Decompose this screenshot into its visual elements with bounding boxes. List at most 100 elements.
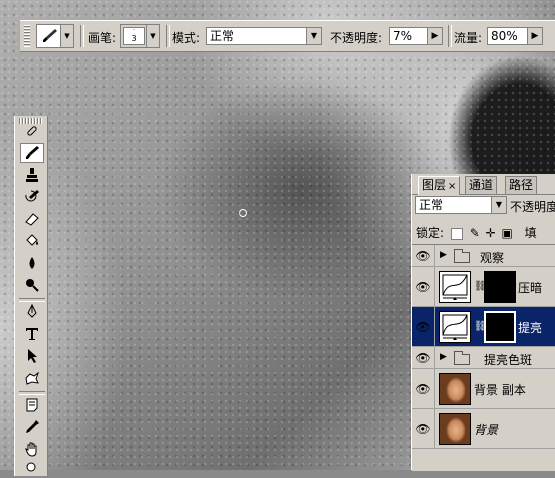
- zoom-tool[interactable]: [20, 458, 44, 478]
- healing-brush-tool[interactable]: [20, 121, 44, 141]
- separator: [80, 25, 84, 47]
- chevron-down-icon[interactable]: ▼: [306, 28, 321, 44]
- layer-divider: [434, 347, 435, 368]
- tab-layers-label: 图层: [422, 178, 447, 192]
- lock-position-icon[interactable]: ✛: [486, 226, 496, 240]
- brush-tool[interactable]: [20, 143, 44, 163]
- layer-mask-thumbnail[interactable]: [484, 311, 516, 343]
- pen-tool[interactable]: [20, 302, 44, 322]
- layer-name: 提亮: [518, 321, 543, 335]
- layer-divider: [434, 369, 435, 408]
- blur-tool[interactable]: [20, 253, 44, 273]
- separator: [448, 25, 452, 47]
- blur-icon: [29, 257, 35, 269]
- path-selection-tool[interactable]: [20, 346, 44, 366]
- chevron-right-icon[interactable]: ▶: [527, 28, 542, 44]
- mode-select[interactable]: 正常 ▼: [206, 27, 322, 45]
- type-tool[interactable]: [20, 324, 44, 344]
- eye-icon[interactable]: 👁: [415, 421, 431, 437]
- opacity-field[interactable]: 7% ▶: [389, 27, 443, 45]
- opacity-value: 7%: [393, 29, 413, 43]
- tab-channels[interactable]: 通道: [465, 176, 498, 194]
- clone-stamp-icon: [26, 168, 38, 182]
- layer-divider: [434, 307, 435, 346]
- brush-icon: [43, 29, 57, 42]
- blend-mode-value: 正常: [419, 198, 444, 212]
- options-bar-grip[interactable]: [24, 25, 30, 47]
- brush-size-value: 3: [131, 34, 137, 43]
- layer-group-brighten-spots[interactable]: 👁 ▶ 提亮色斑: [412, 347, 555, 369]
- layer-name: 背景: [474, 423, 499, 437]
- lock-row: 锁定: ✎ ✛ ▣ 填: [416, 224, 537, 241]
- layer-name: 压暗: [518, 281, 543, 295]
- brush-label: 画笔:: [88, 31, 117, 45]
- history-brush-icon: [25, 190, 39, 202]
- hand-tool[interactable]: [20, 439, 44, 459]
- zoom-icon: [26, 462, 36, 472]
- eye-icon[interactable]: 👁: [415, 350, 431, 366]
- dodge-icon: [26, 279, 39, 292]
- panel-tabs: 图层 × 通道 路径: [412, 174, 555, 195]
- layer-divider: [434, 409, 435, 448]
- tab-layers[interactable]: 图层 ×: [418, 176, 461, 195]
- eye-icon[interactable]: 👁: [415, 319, 431, 335]
- eye-icon[interactable]: 👁: [415, 279, 431, 295]
- folder-icon: [454, 351, 470, 365]
- opacity-label: 不透明度: [510, 200, 555, 214]
- curves-thumbnail-icon: [439, 311, 471, 343]
- flow-field[interactable]: 80% ▶: [487, 27, 543, 45]
- custom-shape-tool[interactable]: [20, 368, 44, 388]
- eyedropper-tool[interactable]: [20, 417, 44, 437]
- pen-icon: [27, 304, 37, 318]
- layer-brighten[interactable]: 👁 ⛓ 提亮: [412, 307, 555, 347]
- expand-arrow-icon[interactable]: ▶: [440, 352, 447, 362]
- chevron-down-icon[interactable]: ▼: [146, 25, 159, 47]
- layer-group-observe[interactable]: 👁 ▶ 观察: [412, 245, 555, 267]
- curves-graph: [442, 314, 468, 340]
- curves-thumbnail-icon: [439, 271, 471, 303]
- toolbox: [14, 116, 48, 476]
- layers-list: 👁 ▶ 观察 👁 ⛓ 压暗 👁 ⛓ 提亮 👁 ▶ 提亮色斑 👁 背景 副本 👁 …: [412, 244, 555, 471]
- layer-background-copy[interactable]: 👁 背景 副本: [412, 369, 555, 409]
- layer-mask-thumbnail[interactable]: [484, 271, 516, 303]
- notes-tool[interactable]: [20, 395, 44, 415]
- brush-swatch: · 3: [123, 27, 145, 45]
- close-icon[interactable]: ×: [448, 181, 456, 192]
- chevron-down-icon[interactable]: ▼: [60, 25, 73, 47]
- opacity-label: 不透明度:: [330, 31, 383, 45]
- lock-all-icon[interactable]: ▣: [501, 226, 512, 240]
- tool-preset-picker[interactable]: ▼: [36, 24, 74, 48]
- eye-icon[interactable]: 👁: [415, 381, 431, 397]
- tab-channels-label: 通道: [469, 178, 494, 192]
- flow-value: 80%: [491, 29, 518, 43]
- eye-icon[interactable]: 👁: [415, 248, 431, 264]
- path-selection-icon: [28, 349, 37, 363]
- layers-panel: 图层× 通道 路径 正常 ▼ 不透明度 锁定: ✎ ✛ ▣ 填 👁 ▶ 观察: [411, 174, 555, 471]
- eraser-icon: [25, 213, 39, 226]
- flow-label: 流量:: [454, 31, 483, 45]
- layer-background[interactable]: 👁 背景: [412, 409, 555, 449]
- layer-name: 背景 副本: [474, 383, 526, 397]
- layer-divider: [434, 245, 435, 266]
- lock-pixels-icon[interactable]: ✎: [470, 226, 480, 240]
- eraser-tool[interactable]: [20, 209, 44, 229]
- clone-stamp-tool[interactable]: [20, 165, 44, 185]
- paint-bucket-tool[interactable]: [20, 231, 44, 251]
- layer-name: 观察: [480, 251, 505, 265]
- dodge-tool[interactable]: [20, 275, 44, 295]
- folder-icon: [454, 249, 470, 263]
- paint-bucket-icon: [26, 234, 38, 246]
- layer-darken[interactable]: 👁 ⛓ 压暗: [412, 267, 555, 307]
- blend-mode-select[interactable]: 正常 ▼: [415, 196, 507, 214]
- expand-arrow-icon[interactable]: ▶: [440, 250, 447, 260]
- options-bar: ▼ 画笔: · 3 ▼ 模式: 正常 ▼ 不透明度: 7% ▶ 流量: 80% …: [20, 20, 555, 52]
- history-brush-tool[interactable]: [20, 187, 44, 207]
- brush-icon: [26, 146, 39, 159]
- type-icon: [26, 328, 38, 340]
- brush-size-picker[interactable]: · 3 ▼: [120, 24, 160, 48]
- chevron-right-icon[interactable]: ▶: [427, 28, 442, 44]
- tab-paths[interactable]: 路径: [505, 176, 538, 194]
- lock-transparency-icon[interactable]: [450, 227, 463, 240]
- portrait-thumbnail: [439, 413, 471, 445]
- chevron-down-icon[interactable]: ▼: [491, 197, 506, 213]
